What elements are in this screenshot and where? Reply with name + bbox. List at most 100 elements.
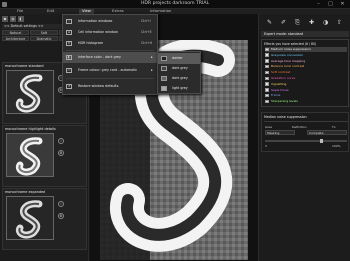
color-swatch (161, 76, 167, 81)
effect-name: Gradation curve (271, 76, 296, 80)
preset-button[interactable]: Natural (2, 30, 29, 35)
effect-checkbox[interactable] (265, 53, 269, 57)
effect-checkbox[interactable] (265, 93, 269, 98)
effect-name: Sharpening levels (271, 99, 298, 104)
preset-button[interactable]: Soft (30, 30, 58, 35)
thumbnail-info-icon[interactable]: i (58, 138, 64, 144)
masking-label: Masking (265, 130, 295, 135)
effect-name: Sepia tones (271, 87, 289, 92)
menu-item-interface-color[interactable]: ◐ Interface color - dark grey ▸ (63, 52, 157, 63)
effect-checkbox[interactable] (265, 82, 269, 86)
menu-item-shortcut: Ctrl+I (141, 19, 151, 23)
effect-item[interactable]: Sharpening levels (265, 99, 347, 104)
color-swatch (161, 56, 167, 61)
effect-checkbox[interactable] (265, 88, 269, 92)
color-swatch (161, 66, 167, 71)
effect-name: Frame (271, 93, 281, 98)
right-toolbar: ✎ ✐ ⎘ ✚ ◑ ⇧ (260, 15, 350, 30)
effect-checkbox[interactable] (265, 99, 269, 104)
pen-icon[interactable]: ✎ (264, 17, 275, 28)
minimize-button[interactable]: – (313, 1, 324, 7)
preset-thumbnail[interactable]: monochrome expanded i ⚙ (2, 188, 87, 250)
expert-mode-header[interactable]: Expert mode: standard (261, 31, 349, 37)
maximize-button[interactable]: □ (325, 1, 336, 7)
noise-suppression-panel: Median noise suppression Area Definition… (261, 112, 349, 152)
thumbnail-image[interactable] (6, 133, 54, 177)
effect-checkbox[interactable] (265, 59, 269, 63)
palette-icon: ◐ (66, 55, 72, 60)
view-menu-dropdown: i Information windows Ctrl+I ≡ Cell info… (62, 14, 158, 95)
menu-item-label: Interface color - dark grey (78, 55, 121, 59)
menu-item-label: Cell information window (78, 30, 118, 34)
menu-item-frame-colour[interactable]: ▭ Frame colour: grey card - automatic ▸ (63, 65, 157, 76)
menu-separator (66, 78, 154, 79)
menu-item-restore-defaults[interactable]: ↺ Restore window defaults (63, 81, 157, 92)
divider (264, 121, 348, 122)
list-icon: ≡ (66, 30, 72, 35)
effect-item[interactable]: Grayscale conversion (265, 53, 347, 58)
thumbnail-settings-icon[interactable]: ⚙ (58, 150, 64, 156)
menu-item-hdr-histogram[interactable]: H HDR histogram Ctrl+H (63, 38, 157, 49)
effect-name: Grayscale conversion (271, 52, 304, 57)
preset-thumbnail[interactable]: monochrome highlight details i ⚙ (2, 125, 87, 187)
menu-item-cell-information[interactable]: ≡ Cell information window Ctrl+E (63, 27, 157, 38)
slider-knob[interactable] (320, 139, 323, 143)
submenu-arrow-icon: ▸ (151, 55, 153, 59)
thumbnail-image[interactable] (6, 196, 54, 240)
title-bar: HDR projects darkroom TRIAL – □ ✕ (0, 0, 350, 9)
effect-checkbox[interactable] (265, 76, 269, 80)
masking-select[interactable]: Complete (307, 130, 347, 135)
close-button[interactable]: ✕ (337, 1, 348, 7)
effect-item[interactable]: Sepia tones (265, 88, 347, 93)
compare-icon[interactable]: ◑ (320, 17, 331, 28)
menu-item-information-windows[interactable]: i Information windows Ctrl+I (63, 16, 157, 27)
preset-button[interactable]: Dramatic (30, 36, 58, 41)
effect-item[interactable]: Vignetting (265, 82, 347, 87)
col-label: Tv (332, 125, 336, 129)
menu-item-shortcut: Ctrl+H (141, 41, 153, 45)
col-label: Area (265, 125, 272, 129)
interface-color-submenu: darker dark grey dark grey light grey (157, 51, 201, 94)
submenu-item-label: dark grey (172, 76, 188, 80)
effect-name: Soft contrast (271, 70, 291, 75)
effect-checkbox[interactable] (265, 64, 269, 69)
thumbnail-info-icon[interactable]: i (58, 201, 64, 207)
info-icon: i (66, 19, 72, 24)
effect-item[interactable]: Frame (265, 93, 347, 98)
frame-icon: ▭ (66, 68, 72, 73)
effect-item[interactable]: Medium noise suppression (265, 47, 347, 52)
thumbnail-settings-icon[interactable]: ⚙ (58, 213, 64, 219)
effect-item[interactable]: Soft contrast (265, 70, 347, 75)
submenu-arrow-icon: ▸ (151, 68, 153, 72)
effect-checkbox[interactable] (265, 47, 269, 51)
open-icon[interactable]: ▣ (2, 16, 8, 22)
export-icon[interactable]: ⇧ (334, 17, 345, 28)
menu-item-label: HDR histogram (78, 41, 104, 45)
thumbnail-title: monochrome expanded (5, 190, 46, 194)
thumbnail-title: monochrome highlight details (5, 127, 56, 131)
effect-name: Average tone mapping (271, 58, 306, 63)
effect-name: Medium noise suppression (271, 47, 311, 51)
col-label: Definition (292, 125, 307, 129)
grid-icon[interactable]: ▦ (10, 16, 16, 22)
submenu-item-label: dark grey (172, 66, 188, 70)
brush-icon[interactable]: ✐ (278, 17, 289, 28)
submenu-item-label: darker (172, 56, 183, 60)
strength-slider[interactable] (265, 139, 347, 143)
effect-item[interactable]: Balance local contrast (265, 64, 347, 69)
color-swatch (161, 86, 167, 91)
preset-button[interactable]: Architecture (2, 36, 29, 41)
thumbnail-image[interactable] (6, 70, 54, 114)
dropper-icon[interactable]: ✚ (306, 17, 317, 28)
menu-item-label: Information windows (78, 19, 113, 23)
effect-name: Balance local contrast (271, 64, 305, 69)
menu-item-shortcut: Ctrl+E (141, 30, 152, 34)
effect-name: Vignetting (271, 81, 287, 86)
effect-checkbox[interactable] (265, 70, 269, 75)
effect-item[interactable]: Average tone mapping (265, 59, 347, 64)
stamp-icon[interactable]: ⎘ (292, 17, 303, 28)
save-icon[interactable]: ◧ (18, 16, 24, 22)
submenu-item-light-grey[interactable]: light grey (158, 83, 200, 94)
effect-item[interactable]: Gradation curve (265, 76, 347, 81)
window-title: HDR projects darkroom TRIAL (140, 1, 210, 6)
